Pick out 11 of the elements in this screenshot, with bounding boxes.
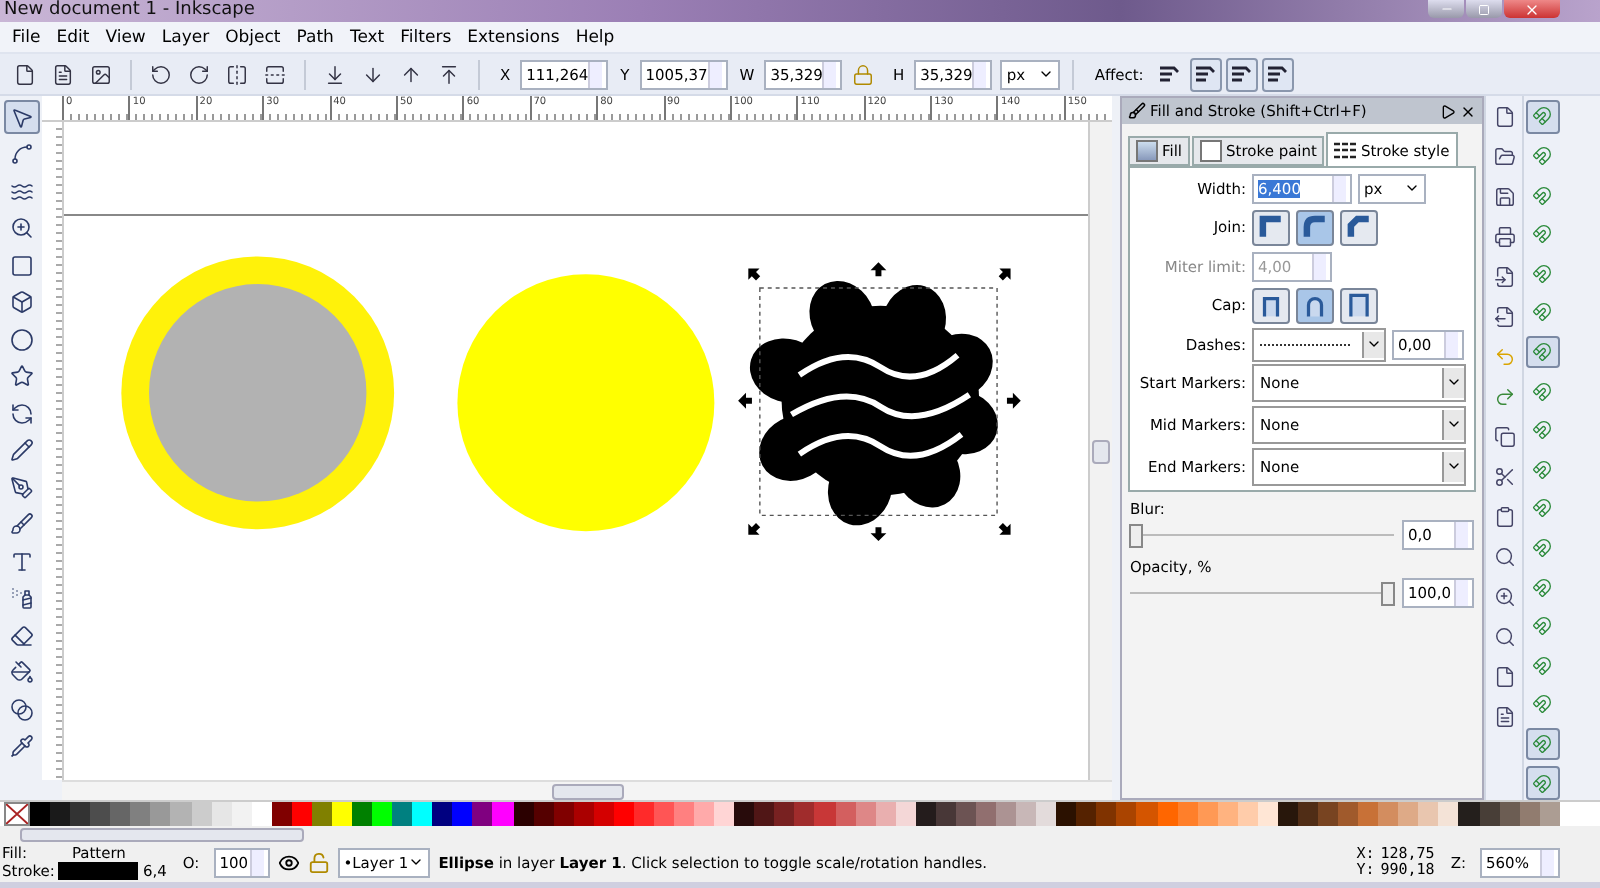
menu-item[interactable]: Help: [567, 27, 623, 47]
menu-item[interactable]: Object: [217, 27, 289, 47]
menu-item[interactable]: Extensions: [459, 27, 568, 47]
menu-item[interactable]: Edit: [48, 27, 98, 47]
menu-item[interactable]: Layer: [153, 27, 218, 47]
menu-item[interactable]: File: [4, 27, 49, 47]
menu-item[interactable]: Path: [288, 27, 342, 47]
menu-item[interactable]: View: [97, 27, 154, 47]
window-title: New document 1 - Inkscape: [4, 0, 255, 22]
menu-item[interactable]: Filters: [392, 27, 460, 47]
menu-item[interactable]: Text: [341, 27, 393, 47]
